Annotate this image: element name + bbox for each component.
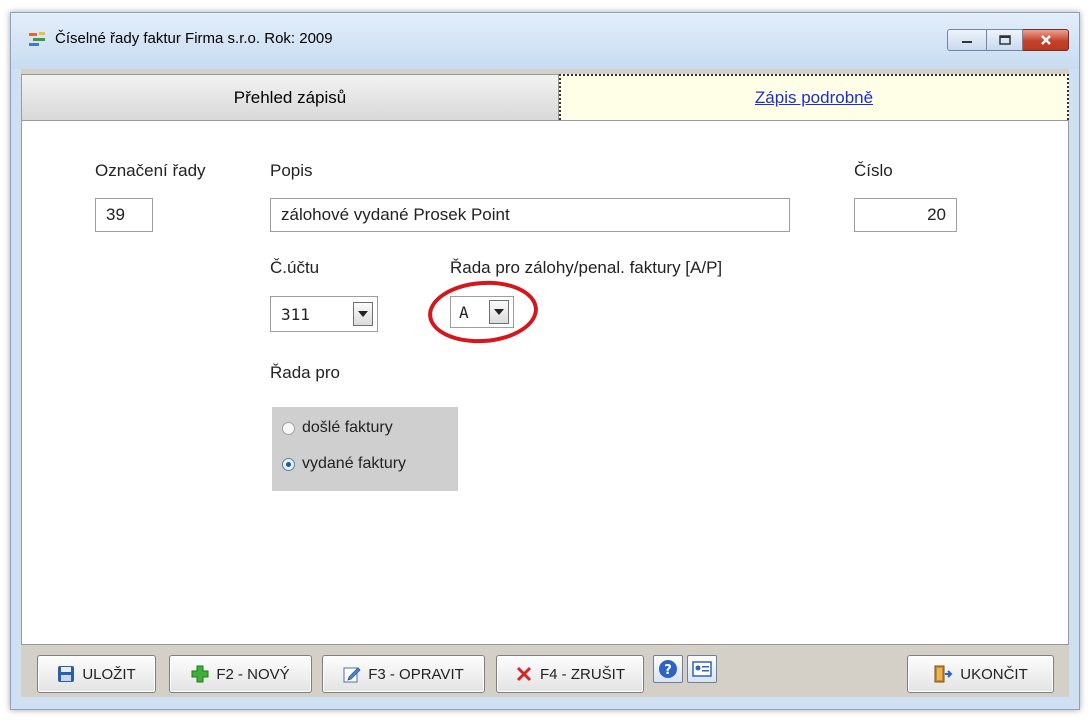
exit-label: UKONČIT bbox=[960, 665, 1028, 683]
edit-label: F3 - OPRAVIT bbox=[368, 665, 464, 683]
oznaceni-label: Označení řady bbox=[95, 161, 206, 180]
window-controls bbox=[947, 29, 1069, 51]
help-button[interactable]: ? bbox=[653, 655, 683, 683]
window-title: Číselné řady faktur Firma s.r.o. Rok: 20… bbox=[55, 30, 333, 47]
minimize-button[interactable] bbox=[947, 29, 987, 51]
radio-dosle-faktury[interactable]: došlé faktury bbox=[282, 419, 393, 437]
radio-vydane-faktury[interactable]: vydané faktury bbox=[282, 455, 406, 473]
new-button[interactable]: F2 - NOVÝ bbox=[169, 655, 312, 693]
rows-icon bbox=[29, 32, 45, 46]
delete-label: F4 - ZRUŠIT bbox=[540, 665, 625, 683]
floppy-disk-icon bbox=[57, 665, 75, 683]
cislo-label: Číslo bbox=[854, 161, 893, 180]
popis-label: Popis bbox=[270, 161, 313, 180]
exit-door-icon bbox=[933, 664, 953, 684]
ucet-value: 311 bbox=[281, 305, 310, 324]
rada-pro-label: Řada pro bbox=[270, 363, 340, 382]
chevron-down-icon bbox=[358, 311, 368, 317]
edit-icon bbox=[343, 665, 361, 683]
help-icon: ? bbox=[659, 660, 677, 678]
highlight-circle bbox=[425, 277, 541, 347]
save-label: ULOŽIT bbox=[82, 665, 136, 683]
close-icon bbox=[515, 665, 533, 683]
radio-button[interactable] bbox=[282, 421, 295, 435]
plus-icon bbox=[191, 665, 209, 683]
save-button[interactable]: ULOŽIT bbox=[37, 655, 156, 693]
tab-label: Zápis podrobně bbox=[754, 88, 874, 107]
close-button[interactable] bbox=[1023, 29, 1069, 51]
maximize-icon bbox=[998, 35, 1011, 45]
svg-text:?: ? bbox=[664, 663, 672, 678]
tab-zapis-podrobne[interactable]: Zápis podrobně bbox=[559, 74, 1069, 120]
radio-button[interactable] bbox=[282, 457, 295, 471]
cislo-field[interactable]: 20 bbox=[854, 198, 957, 232]
popis-field[interactable]: zálohové vydané Prosek Point bbox=[270, 198, 790, 232]
oznaceni-field[interactable]: 39 bbox=[95, 198, 153, 232]
detail-panel: Označení řady 39 Popis zálohové vydané P… bbox=[21, 120, 1069, 645]
maximize-button[interactable] bbox=[987, 29, 1023, 51]
radio-label: vydané faktury bbox=[302, 455, 407, 472]
ucet-label: Č.účtu bbox=[270, 258, 320, 277]
tab-label: Přehled zápisů bbox=[233, 87, 347, 107]
rada-pro-radiogroup: došlé faktury vydané faktury bbox=[272, 407, 458, 491]
edit-button[interactable]: F3 - OPRAVIT bbox=[322, 655, 485, 693]
main-window: Číselné řady faktur Firma s.r.o. Rok: 20… bbox=[10, 12, 1080, 710]
tab-prehled-zapisu[interactable]: Přehled zápisů bbox=[21, 74, 559, 120]
title-bar[interactable]: Číselné řady faktur Firma s.r.o. Rok: 20… bbox=[11, 13, 1079, 69]
contact-card-icon bbox=[692, 661, 712, 677]
exit-button[interactable]: UKONČIT bbox=[907, 655, 1054, 693]
ucet-combobox[interactable]: 311 bbox=[270, 296, 378, 332]
contact-card-button[interactable] bbox=[687, 655, 717, 683]
close-icon bbox=[1040, 35, 1051, 45]
new-label: F2 - NOVÝ bbox=[216, 665, 290, 683]
dropdown-button[interactable] bbox=[353, 302, 373, 326]
rada-zalohy-label: Řada pro zálohy/penal. faktury [A/P] bbox=[450, 258, 723, 277]
minimize-icon bbox=[962, 41, 972, 43]
radio-label: došlé faktury bbox=[302, 419, 393, 436]
window-content: Přehled zápisů Zápis podrobně Označení ř… bbox=[21, 69, 1069, 697]
delete-button[interactable]: F4 - ZRUŠIT bbox=[496, 655, 644, 693]
